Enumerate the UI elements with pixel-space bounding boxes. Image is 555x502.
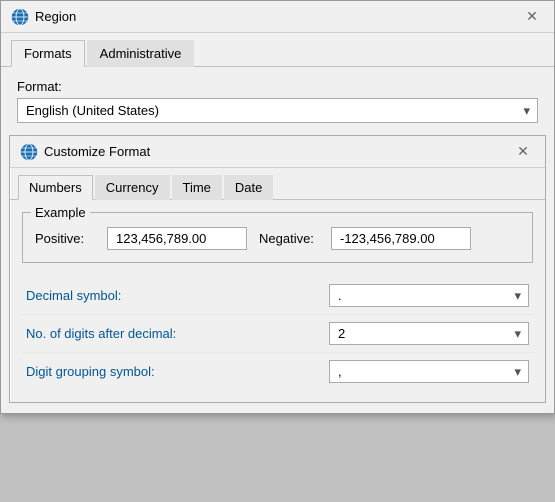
inner-content: Example Positive: 123,456,789.00 Negativ… bbox=[10, 200, 545, 402]
digit-grouping-symbol-select[interactable]: , . None bbox=[329, 360, 529, 383]
digits-after-decimal-row: No. of digits after decimal: 0 1 2 3 4 bbox=[22, 315, 533, 353]
outer-title-bar: Region ✕ bbox=[1, 1, 554, 33]
digit-grouping-symbol-label: Digit grouping symbol: bbox=[26, 364, 329, 379]
example-row: Positive: 123,456,789.00 Negative: -123,… bbox=[35, 227, 520, 250]
example-group: Example Positive: 123,456,789.00 Negativ… bbox=[22, 212, 533, 263]
inner-title-bar: Customize Format ✕ bbox=[10, 136, 545, 168]
inner-globe-icon bbox=[20, 143, 38, 161]
tab-currency[interactable]: Currency bbox=[95, 175, 170, 200]
format-select-wrapper: English (United States) bbox=[17, 98, 538, 123]
decimal-symbol-row: Decimal symbol: . , bbox=[22, 277, 533, 315]
positive-value: 123,456,789.00 bbox=[107, 227, 247, 250]
tab-numbers[interactable]: Numbers bbox=[18, 175, 93, 200]
format-label: Format: bbox=[17, 79, 538, 94]
format-section: Format: English (United States) bbox=[1, 67, 554, 135]
digit-grouping-symbol-select-wrapper: , . None bbox=[329, 360, 529, 383]
tab-administrative[interactable]: Administrative bbox=[87, 40, 195, 67]
region-icon bbox=[11, 8, 29, 26]
inner-tabs: Numbers Currency Time Date bbox=[10, 168, 545, 200]
digit-grouping-symbol-row: Digit grouping symbol: , . None bbox=[22, 353, 533, 390]
outer-close-button[interactable]: ✕ bbox=[520, 5, 544, 29]
example-legend: Example bbox=[31, 205, 90, 220]
tab-date[interactable]: Date bbox=[224, 175, 273, 200]
outer-window-title: Region bbox=[35, 9, 520, 24]
decimal-symbol-select[interactable]: . , bbox=[329, 284, 529, 307]
inner-close-button[interactable]: ✕ bbox=[511, 140, 535, 164]
decimal-symbol-select-wrapper: . , bbox=[329, 284, 529, 307]
negative-label: Negative: bbox=[259, 231, 319, 246]
positive-label: Positive: bbox=[35, 231, 95, 246]
tab-time[interactable]: Time bbox=[172, 175, 222, 200]
tab-formats[interactable]: Formats bbox=[11, 40, 85, 67]
decimal-symbol-label: Decimal symbol: bbox=[26, 288, 329, 303]
digits-after-decimal-select[interactable]: 0 1 2 3 4 bbox=[329, 322, 529, 345]
digits-after-decimal-select-wrapper: 0 1 2 3 4 bbox=[329, 322, 529, 345]
outer-window: Region ✕ Formats Administrative Format: … bbox=[0, 0, 555, 414]
inner-dialog-title: Customize Format bbox=[44, 144, 511, 159]
outer-tabs: Formats Administrative bbox=[1, 33, 554, 67]
format-select[interactable]: English (United States) bbox=[17, 98, 538, 123]
inner-dialog: Customize Format ✕ Numbers Currency Time… bbox=[9, 135, 546, 403]
negative-value: -123,456,789.00 bbox=[331, 227, 471, 250]
digits-after-decimal-label: No. of digits after decimal: bbox=[26, 326, 329, 341]
